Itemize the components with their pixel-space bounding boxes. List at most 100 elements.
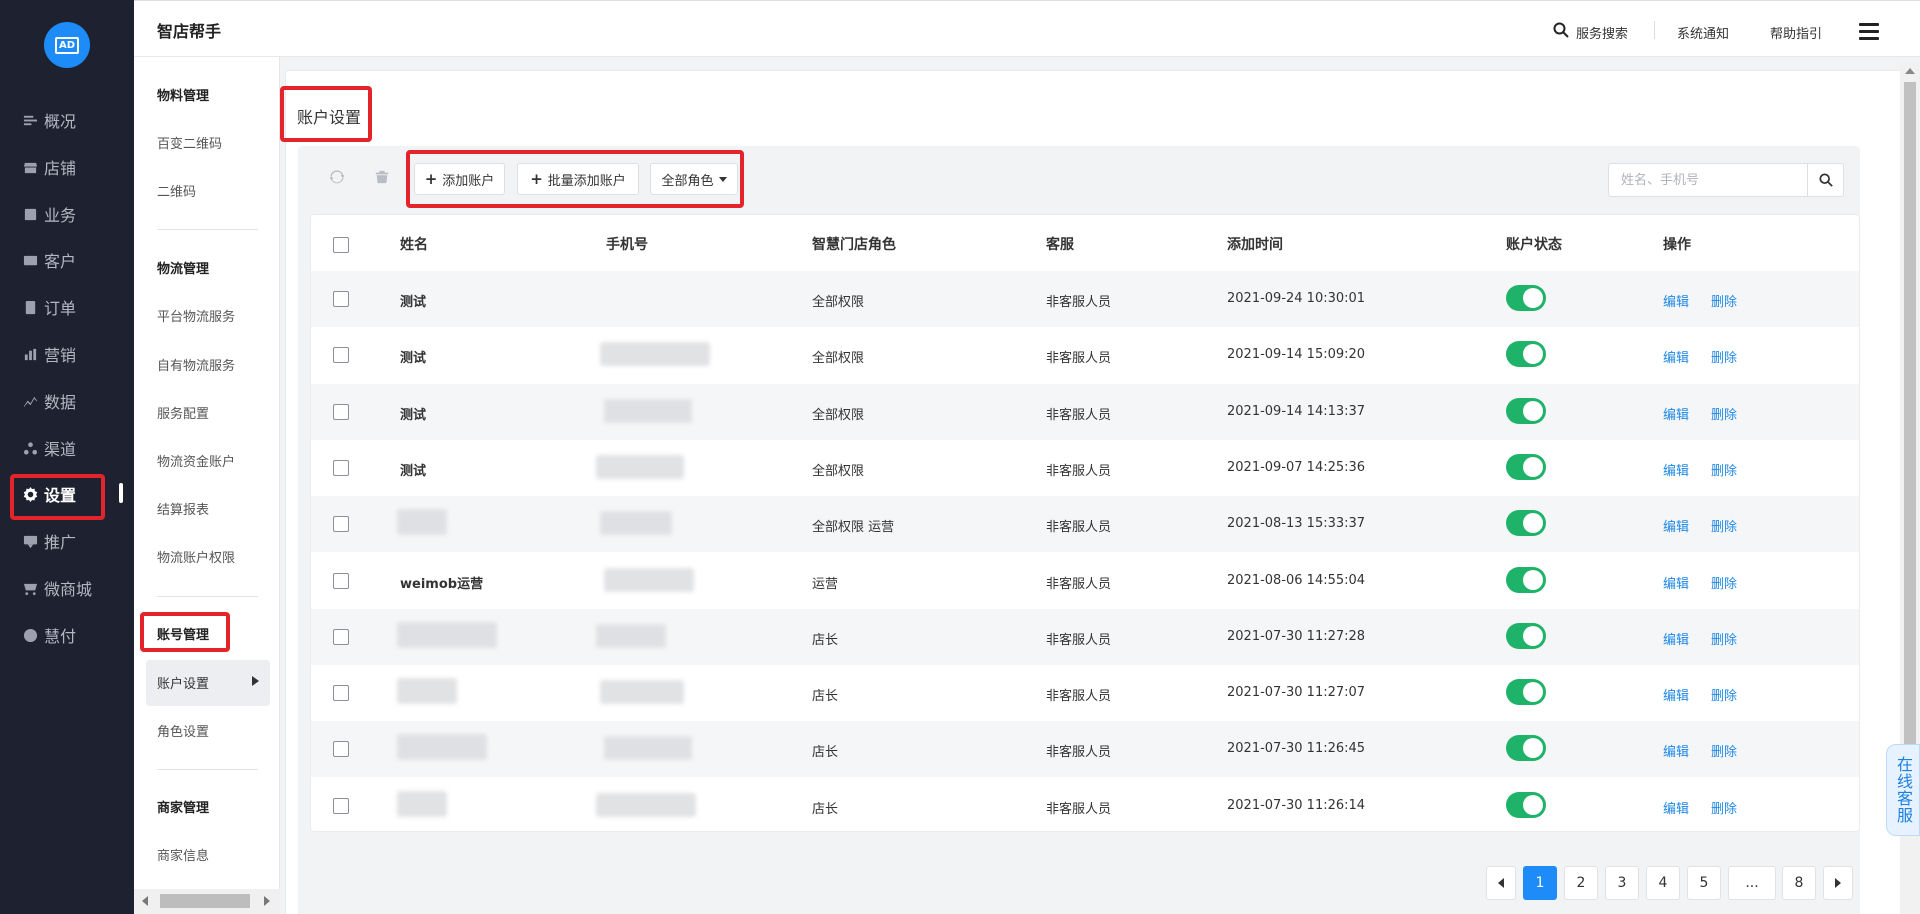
redacted-name — [397, 621, 497, 648]
delete-link[interactable]: 删除 — [1711, 404, 1737, 423]
nav-item-label: 微商城 — [44, 580, 93, 599]
search-icon[interactable] — [1553, 22, 1569, 38]
row-checkbox[interactable] — [333, 403, 349, 420]
row-checkbox[interactable] — [333, 291, 349, 307]
nav-item-marketing[interactable]: 营销 — [0, 334, 134, 374]
table-row: 测试 全部权限 非客服人员 2021-09-14 15:09:20 编辑 删除 — [311, 327, 1859, 383]
subnav-divider — [157, 229, 258, 230]
nav-item-order[interactable]: 订单 — [0, 287, 134, 327]
redacted-phone — [604, 736, 692, 761]
row-checkbox[interactable] — [333, 459, 349, 476]
nav-item-label: 概况 — [44, 112, 77, 131]
cell-name: weimob运营 — [400, 576, 484, 592]
nav-item-promotion[interactable]: 推广 — [0, 521, 134, 561]
nav-item-label: 客户 — [44, 252, 77, 271]
nav-item-channel[interactable]: 渠道 — [0, 428, 134, 468]
status-toggle[interactable] — [1506, 791, 1546, 818]
edit-link[interactable]: 编辑 — [1663, 573, 1689, 592]
delete-link[interactable]: 删除 — [1711, 741, 1737, 760]
nav-item-store[interactable]: 店铺 — [0, 147, 134, 187]
online-service-button[interactable]: 在线客服 — [1886, 744, 1920, 836]
status-toggle[interactable] — [1506, 622, 1546, 649]
nav-item-business[interactable]: 业务 — [0, 194, 134, 234]
edit-link[interactable]: 编辑 — [1663, 741, 1689, 760]
delete-link[interactable]: 删除 — [1711, 516, 1737, 535]
subnav-item-platform-logistics[interactable]: 平台物流服务 — [157, 306, 235, 325]
subnav-item-role-settings[interactable]: 角色设置 — [157, 721, 209, 740]
subnav-item-service-config[interactable]: 服务配置 — [157, 403, 209, 422]
status-toggle[interactable] — [1506, 679, 1546, 706]
next-page-button[interactable] — [1823, 866, 1853, 900]
nav-item-data[interactable]: 数据 — [0, 381, 134, 421]
delete-link[interactable]: 删除 — [1711, 347, 1737, 366]
row-checkbox[interactable] — [333, 797, 349, 814]
status-toggle[interactable] — [1506, 566, 1546, 593]
subnav-item-logistics-fund[interactable]: 物流资金账户 — [157, 451, 235, 470]
edit-link[interactable]: 编辑 — [1663, 460, 1689, 479]
page-button-8[interactable]: 8 — [1782, 866, 1816, 900]
service-search-link[interactable]: 服务搜索 — [1576, 23, 1628, 42]
subnav-item-account-settings-label: 账户设置 — [157, 677, 210, 692]
edit-link[interactable]: 编辑 — [1663, 798, 1689, 817]
sub-nav: 物料管理 百变二维码 二维码 物流管理 平台物流服务 自有物流服务 服务配置 物… — [134, 57, 280, 914]
select-all-checkbox[interactable] — [333, 237, 349, 253]
nav-item-mall[interactable]: 微商城 — [0, 568, 134, 608]
page-button-2[interactable]: 2 — [1564, 866, 1598, 900]
cell-name: 测试 — [400, 351, 427, 367]
cell-role: 全部权限 — [812, 407, 865, 423]
delete-link[interactable]: 删除 — [1711, 629, 1737, 648]
status-toggle[interactable] — [1506, 510, 1546, 537]
subnav-item-qr[interactable]: 二维码 — [157, 181, 196, 200]
edit-link[interactable]: 编辑 — [1663, 404, 1689, 423]
subnav-item-own-logistics[interactable]: 自有物流服务 — [157, 355, 235, 374]
refresh-icon[interactable] — [329, 170, 346, 186]
status-toggle[interactable] — [1506, 341, 1546, 368]
subnav-horizontal-scrollbar[interactable] — [134, 889, 280, 914]
row-checkbox[interactable] — [333, 685, 349, 702]
page-button-5[interactable]: 5 — [1687, 866, 1721, 900]
edit-link[interactable]: 编辑 — [1663, 629, 1689, 648]
status-toggle[interactable] — [1506, 285, 1546, 311]
hamburger-menu-icon[interactable] — [1859, 23, 1879, 41]
col-header-status: 账户状态 — [1506, 237, 1562, 253]
table-row: 店长 非客服人员 2021-07-30 11:27:28 编辑 删除 — [311, 608, 1859, 665]
edit-link[interactable]: 编辑 — [1663, 516, 1689, 535]
edit-link[interactable]: 编辑 — [1663, 685, 1689, 704]
app-logo[interactable]: AD — [44, 22, 90, 68]
search-input[interactable] — [1608, 163, 1808, 197]
search-button[interactable] — [1807, 163, 1844, 197]
page-button-4[interactable]: 4 — [1646, 866, 1680, 900]
subnav-item-logistics-permission[interactable]: 物流账户权限 — [157, 547, 235, 566]
promotion-icon — [22, 533, 38, 549]
nav-item-pay[interactable]: 慧付 — [0, 615, 134, 655]
row-checkbox[interactable] — [333, 741, 349, 758]
system-notify-link[interactable]: 系统通知 — [1677, 23, 1729, 42]
page-button-1[interactable]: 1 — [1523, 866, 1557, 900]
row-checkbox[interactable] — [333, 347, 349, 364]
row-checkbox[interactable] — [333, 628, 349, 645]
nav-item-customer[interactable]: 客户 — [0, 240, 134, 280]
trash-icon[interactable] — [375, 170, 391, 186]
page-button-3[interactable]: 3 — [1605, 866, 1639, 900]
delete-link[interactable]: 删除 — [1711, 798, 1737, 817]
prev-page-button[interactable] — [1486, 866, 1516, 900]
help-guide-link[interactable]: 帮助指引 — [1770, 23, 1822, 42]
edit-link[interactable]: 编辑 — [1663, 291, 1689, 310]
subnav-item-dynamic-qr[interactable]: 百变二维码 — [157, 133, 222, 152]
status-toggle[interactable] — [1506, 397, 1546, 424]
nav-item-overview[interactable]: 概况 — [0, 100, 134, 140]
status-toggle[interactable] — [1506, 735, 1546, 762]
delete-link[interactable]: 删除 — [1711, 685, 1737, 704]
chevron-right-icon — [1835, 878, 1841, 888]
row-checkbox[interactable] — [333, 572, 349, 589]
status-toggle[interactable] — [1506, 453, 1546, 480]
subnav-item-merchant-info[interactable]: 商家信息 — [157, 845, 209, 864]
row-checkbox[interactable] — [333, 516, 349, 533]
subnav-group-material: 物料管理 — [157, 89, 210, 104]
subnav-item-settlement[interactable]: 结算报表 — [157, 499, 209, 518]
delete-link[interactable]: 删除 — [1711, 573, 1737, 592]
delete-link[interactable]: 删除 — [1711, 460, 1737, 479]
delete-link[interactable]: 删除 — [1711, 291, 1737, 310]
edit-link[interactable]: 编辑 — [1663, 347, 1689, 366]
data-icon — [22, 393, 38, 409]
